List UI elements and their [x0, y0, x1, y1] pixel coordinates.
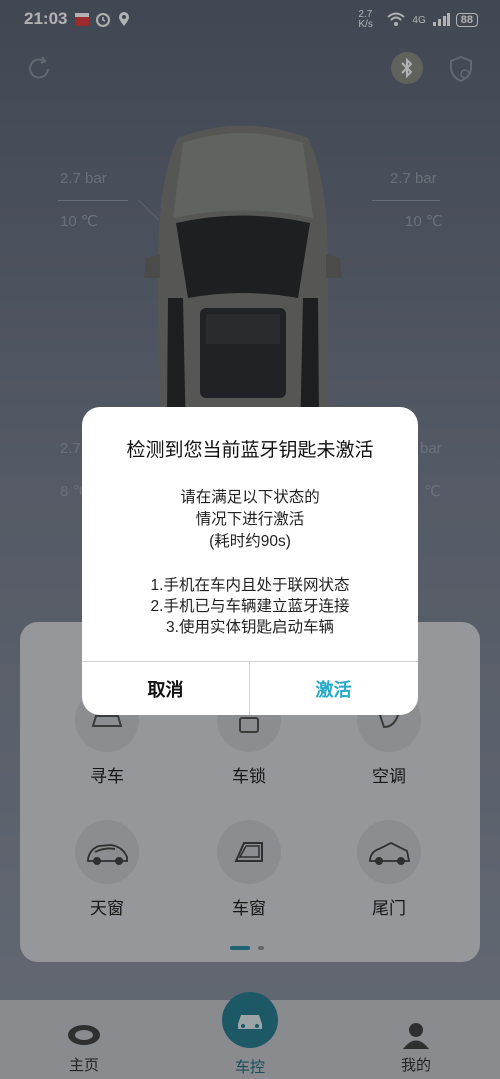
dialog-desc-line: 请在满足以下状态的: [180, 489, 320, 506]
activation-dialog: 检测到您当前蓝牙钥匙未激活 请在满足以下状态的 情况下进行激活 (耗时约90s)…: [82, 407, 418, 715]
dialog-step: 3.使用实体钥匙启动车辆: [166, 619, 334, 636]
dialog-steps: 1.手机在车内且处于联网状态 2.手机已与车辆建立蓝牙连接 3.使用实体钥匙启动…: [82, 575, 418, 638]
dialog-desc-line: 情况下进行激活: [195, 511, 305, 528]
activate-button[interactable]: 激活: [250, 662, 417, 715]
cancel-button[interactable]: 取消: [82, 662, 249, 715]
dialog-step: 1.手机在车内且处于联网状态: [150, 577, 350, 594]
dialog-description: 请在满足以下状态的 情况下进行激活 (耗时约90s): [82, 487, 418, 553]
dialog-desc-line: (耗时约90s): [209, 533, 291, 550]
dialog-title: 检测到您当前蓝牙钥匙未激活: [126, 440, 374, 461]
dialog-step: 2.手机已与车辆建立蓝牙连接: [150, 598, 350, 615]
